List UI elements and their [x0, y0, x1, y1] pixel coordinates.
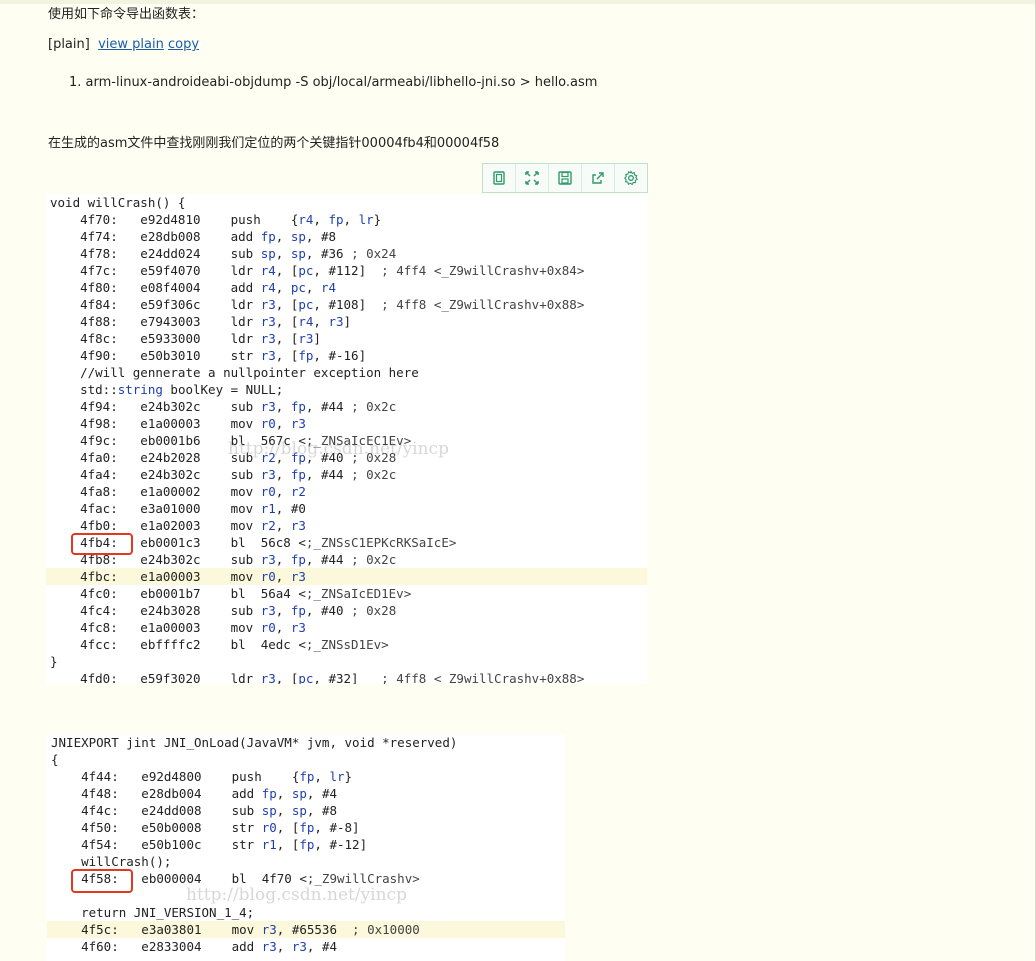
- intro-text: 使用如下命令导出函数表：: [48, 7, 205, 22]
- code-line: 4fb8: e24b302c sub r3, fp, #44 ; 0x2c: [50, 552, 397, 567]
- code-line: 4fc8: e1a00003 mov r0, r3: [50, 620, 306, 635]
- code-line: willCrash();: [51, 854, 172, 869]
- code-line: void willCrash() {: [50, 195, 186, 210]
- code-line: 4f50: e50b0008 str r0, [fp, #-8]: [51, 820, 360, 835]
- code-tag: [plain]: [48, 37, 90, 52]
- code-line: {: [51, 752, 59, 767]
- code-line: 4f44: e92d4800 push {fp, lr}: [51, 769, 353, 784]
- code-line: 4fb0: e1a02003 mov r2, r3: [50, 518, 306, 533]
- code-line: 4f54: e50b100c str r1, [fp, #-12]: [51, 837, 368, 852]
- copy-button[interactable]: [483, 164, 516, 192]
- code-line: 4f88: e7943003 ldr r3, [r4, r3]: [50, 314, 352, 329]
- code-line: 4f78: e24dd024 sub sp, sp, #36 ; 0x24: [50, 246, 397, 261]
- code-header: [plain] view plain copy: [48, 37, 199, 53]
- gear-icon: [623, 170, 639, 186]
- code-line: 4fc4: e24b3028 sub r3, fp, #40 ; 0x28: [50, 603, 397, 618]
- code-line: 4f4c: e24dd008 sub sp, sp, #8: [51, 803, 338, 818]
- code-line: //will gennerate a nullpointer exception…: [50, 365, 419, 380]
- command-text: arm-linux-androideabi-objdump -S obj/loc…: [85, 75, 598, 90]
- code-line: 4fd0: e59f3020 ldr r3, [pc, #32] ; 4ff8 …: [50, 671, 585, 684]
- highlight-box-4fb4: [71, 533, 133, 555]
- settings-button[interactable]: [615, 164, 647, 192]
- code-line: return JNI_VERSION_1_4;: [51, 905, 255, 920]
- search-text: 在生成的asm文件中查找刚刚我们定位的两个关键指针00004fb4和00004f…: [48, 136, 500, 151]
- code-block-will-crash: void willCrash() { 4f70: e92d4810 push {…: [46, 194, 647, 684]
- code-line: 4f74: e28db008 add fp, sp, #8: [50, 229, 337, 244]
- save-icon: [558, 171, 572, 185]
- code-line: 4fa8: e1a00002 mov r0, r2: [50, 484, 306, 499]
- code-line: 4f70: e92d4810 push {r4, fp, lr}: [50, 212, 382, 227]
- code-line: 4fcc: ebffffc2 bl 4edc <;_ZNSsD1Ev>: [50, 637, 389, 652]
- expand-icon: [525, 171, 539, 185]
- copy-icon: [493, 171, 505, 185]
- code-line: 4f48: e28db004 add fp, sp, #4: [51, 786, 338, 801]
- code-line: 4f84: e59f306c ldr r3, [pc, #108] ; 4ff8…: [50, 297, 585, 312]
- code-line: 4f7c: e59f4070 ldr r4, [pc, #112] ; 4ff4…: [50, 263, 585, 278]
- page-top-edge: [0, 0, 1036, 4]
- code-line: 4fc0: eb0001b7 bl 56a4 <;_ZNSaIcED1Ev>: [50, 586, 412, 601]
- command-number: 1.: [69, 75, 82, 90]
- command-item: 1. arm-linux-androideabi-objdump -S obj/…: [69, 75, 597, 91]
- code-toolbar: [482, 163, 648, 193]
- expand-button[interactable]: [516, 164, 549, 192]
- share-button[interactable]: [582, 164, 615, 192]
- code-line: 4f60: e2833004 add r3, r3, #4: [51, 939, 338, 954]
- code-line: 4f5c: e3a03801 mov r3, #65536 ; 0x10000: [47, 921, 565, 938]
- code-line: 4fbc: e1a00003 mov r0, r3: [46, 568, 647, 585]
- code-line: }: [50, 654, 58, 669]
- copy-link[interactable]: copy: [168, 37, 199, 52]
- code-line: 4fa0: e24b2028 sub r2, fp, #40 ; 0x28: [50, 450, 397, 465]
- highlight-box-4f58: [71, 869, 133, 893]
- code-line: 4f90: e50b3010 str r3, [fp, #-16]: [50, 348, 367, 363]
- code-line: 4f9c: eb0001b6 bl 567c <;_ZNSaIcEC1Ev>: [50, 433, 412, 448]
- code-block-jni-onload: JNIEXPORT jint JNI_OnLoad(JavaVM* jvm, v…: [47, 734, 565, 961]
- code-line: 4fa4: e24b302c sub r3, fp, #44 ; 0x2c: [50, 467, 397, 482]
- code-line: 4f80: e08f4004 add r4, pc, r4: [50, 280, 337, 295]
- code-line: 4fac: e3a01000 mov r1, #0: [50, 501, 306, 516]
- code-line: 4f94: e24b302c sub r3, fp, #44 ; 0x2c: [50, 399, 397, 414]
- code-line: 4f98: e1a00003 mov r0, r3: [50, 416, 306, 431]
- code-line: JNIEXPORT jint JNI_OnLoad(JavaVM* jvm, v…: [51, 735, 458, 750]
- code-line: std::string boolKey = NULL;: [50, 382, 284, 397]
- view-plain-link[interactable]: view plain: [98, 37, 164, 52]
- code-line: 4f8c: e5933000 ldr r3, [r3]: [50, 331, 321, 346]
- share-icon: [592, 172, 604, 184]
- code-line: 4fb4: eb0001c3 bl 56c8 <;_ZNSsC1EPKcRKSa…: [50, 535, 457, 550]
- save-button[interactable]: [549, 164, 582, 192]
